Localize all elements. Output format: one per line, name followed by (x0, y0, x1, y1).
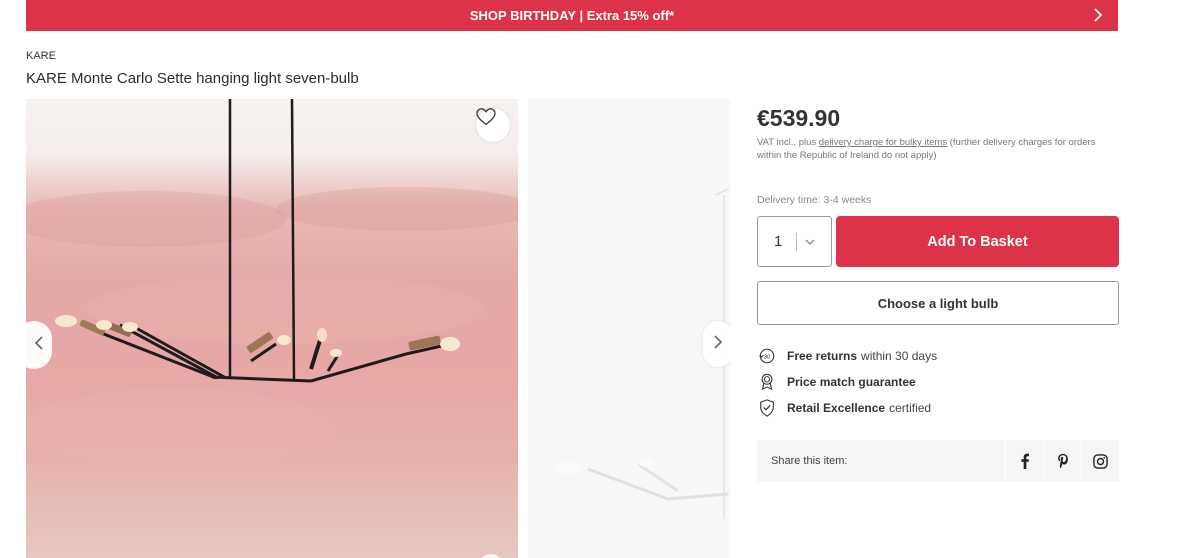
add-to-basket-button[interactable]: Add To Basket (836, 216, 1119, 267)
vat-prefix: VAT incl., plus (757, 137, 819, 148)
usp-price-match: Price match guarantee (757, 369, 1119, 395)
wishlist-button[interactable] (476, 108, 510, 142)
usp-free-returns: 30 Free returns within 30 days (757, 343, 1119, 369)
usp-retail-excellence: Retail Excellence certified (757, 395, 1119, 421)
usp-list: 30 Free returns within 30 days Price matc… (757, 343, 1119, 421)
share-box: Share this item: (757, 440, 1119, 482)
facebook-icon[interactable] (1005, 440, 1043, 482)
product-image-main[interactable] (26, 99, 518, 558)
usp-bold: Free returns (787, 349, 858, 363)
quantity-select[interactable]: 1 (757, 216, 832, 267)
product-gallery[interactable] (26, 99, 730, 558)
usp-text: certified (889, 401, 932, 415)
usp-bold: Retail Excellence (787, 401, 886, 415)
award-ribbon-icon (757, 372, 777, 392)
chevron-right-icon[interactable] (1088, 5, 1108, 25)
quantity-value: 1 (774, 233, 783, 250)
pinterest-icon[interactable] (1043, 440, 1081, 482)
chevron-down-icon (805, 233, 815, 251)
brand-name[interactable]: KARE (26, 50, 56, 62)
gallery-next-button[interactable] (703, 321, 730, 367)
returns-30-icon: 30 (757, 346, 777, 366)
promo-text: SHOP BIRTHDAY | Extra 15% off* (469, 8, 675, 23)
usp-bold: Price match guarantee (787, 375, 916, 389)
gallery-prev-button[interactable] (26, 321, 52, 369)
choose-light-bulb-button[interactable]: Choose a light bulb (757, 281, 1119, 325)
promo-banner[interactable]: SHOP BIRTHDAY | Extra 15% off* (26, 0, 1118, 31)
instagram-icon[interactable] (1081, 440, 1119, 482)
delivery-time: Delivery time: 3-4 weeks (757, 194, 872, 206)
vat-note: VAT incl., plus delivery charge for bulk… (757, 136, 1097, 162)
page-title: KARE Monte Carlo Sette hanging light sev… (26, 70, 359, 87)
product-price: €539.90 (757, 105, 841, 131)
usp-text: within 30 days (861, 349, 938, 363)
svg-text:30: 30 (764, 354, 771, 360)
product-image-secondary[interactable] (528, 99, 730, 558)
share-label: Share this item: (771, 455, 848, 467)
delivery-charge-link[interactable]: delivery charge for bulky items (819, 137, 947, 148)
shield-check-icon (757, 398, 777, 418)
chevron-left-icon (34, 335, 44, 356)
quantity-divider (796, 232, 797, 251)
chevron-right-icon (713, 334, 723, 355)
